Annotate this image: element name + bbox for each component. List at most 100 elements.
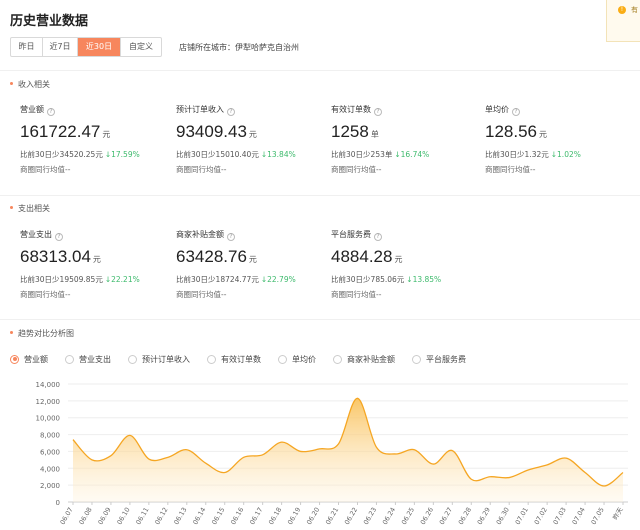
- metric-value: 63428.76: [176, 247, 247, 266]
- x-tick-label: 06.09: [96, 506, 112, 526]
- metric-district-avg: 商圈同行均值--: [331, 165, 382, 174]
- info-icon[interactable]: ?: [227, 233, 235, 241]
- metric-compare: 比前30日少253单: [331, 150, 393, 159]
- radio-icon: [207, 354, 216, 364]
- notice-toast[interactable]: ! 有: [606, 0, 640, 42]
- option-operating-expense[interactable]: 营业支出: [65, 353, 111, 365]
- x-tick-label: 06.24: [381, 506, 397, 526]
- x-tick-label: 06.17: [248, 506, 264, 526]
- x-tick-label: 06.12: [153, 506, 169, 526]
- metric-label: 预计订单收入: [176, 105, 224, 114]
- option-merchant-subsidy[interactable]: 商家补贴金额: [333, 353, 395, 365]
- expense-section-label: 支出相关: [18, 204, 50, 213]
- metric-unit: 元: [394, 255, 403, 264]
- y-tick-label: 10,000: [36, 415, 61, 423]
- x-tick-label: 06.08: [77, 506, 93, 526]
- x-tick-label: 06.20: [305, 506, 321, 526]
- radio-icon: [128, 354, 137, 364]
- metric-unit: 元: [248, 255, 257, 264]
- radio-selected-icon: [10, 354, 19, 364]
- metric-change: ↓16.74%: [394, 150, 430, 159]
- page-title: 历史营业数据: [10, 14, 89, 29]
- metric-district-avg: 商圈同行均值--: [176, 165, 227, 174]
- tab-custom[interactable]: 自定义: [121, 38, 161, 56]
- metric-district-avg: 商圈同行均值--: [20, 290, 71, 299]
- x-tick-label: 06.10: [115, 506, 131, 526]
- trend-area-chart[interactable]: 02,0004,0006,0008,00010,00012,00014,000 …: [0, 372, 640, 530]
- option-label: 平台服务费: [426, 354, 466, 364]
- y-tick-label: 14,000: [36, 381, 61, 389]
- tab-last-7-days[interactable]: 近7日: [43, 38, 78, 56]
- expense-section-title: 支出相关: [10, 203, 50, 214]
- x-tick-label: 07.02: [533, 506, 549, 526]
- x-tick-label: 昨天: [610, 505, 625, 521]
- metric-unit: 元: [92, 255, 101, 264]
- y-tick-label: 0: [56, 499, 60, 507]
- metric-value: 4884.28: [331, 247, 393, 266]
- x-tick-label: 06.29: [476, 506, 492, 526]
- y-tick-label: 12,000: [36, 398, 61, 406]
- x-tick-label: 07.04: [571, 506, 587, 526]
- date-range-tabs: 昨日 近7日 近30日 自定义: [10, 37, 162, 57]
- income-section-label: 收入相关: [18, 80, 50, 89]
- info-icon[interactable]: ?: [374, 108, 382, 116]
- metric-label: 平台服务费: [331, 230, 371, 239]
- metric-value: 128.56: [485, 122, 537, 141]
- metric-selector: 营业额 营业支出 预计订单收入 有效订单数 单均价 商家补贴金额 平台服务费: [10, 353, 483, 365]
- trend-section-label: 趋势对比分析图: [18, 329, 74, 338]
- option-revenue[interactable]: 营业额: [10, 353, 48, 365]
- metric-district-avg: 商圈同行均值--: [485, 165, 536, 174]
- y-tick-label: 8,000: [40, 432, 60, 440]
- radio-icon: [412, 354, 421, 364]
- metric-unit: 元: [102, 130, 111, 139]
- metric-expected-order-income: 预计订单收入? 93409.43 元 比前30日少15010.40元 ↓13.84%…: [176, 104, 296, 175]
- info-icon[interactable]: ?: [227, 108, 235, 116]
- y-tick-label: 2,000: [40, 482, 60, 490]
- area-fill: [73, 398, 623, 502]
- divider: [0, 319, 640, 320]
- income-section-title: 收入相关: [10, 79, 50, 90]
- metric-value: 161722.47: [20, 122, 101, 141]
- option-expected-order-income[interactable]: 预计订单收入: [128, 353, 190, 365]
- metric-change: ↓1.02%: [550, 150, 581, 159]
- tab-yesterday[interactable]: 昨日: [11, 38, 43, 56]
- metric-merchant-subsidy: 商家补贴金额? 63428.76 元 比前30日少18724.77元 ↓22.79%…: [176, 229, 296, 300]
- y-tick-label: 4,000: [40, 465, 60, 473]
- metric-unit: 元: [539, 130, 547, 139]
- info-icon[interactable]: ?: [55, 233, 63, 241]
- x-tick-label: 06.27: [438, 506, 454, 526]
- x-tick-label: 06.13: [172, 506, 188, 526]
- metric-compare: 比前30日少34520.25元: [20, 150, 103, 159]
- option-label: 单均价: [292, 354, 316, 364]
- info-icon[interactable]: ?: [374, 233, 382, 241]
- metric-unit: 元: [248, 130, 257, 139]
- info-icon[interactable]: ?: [47, 108, 55, 116]
- metric-change: ↓22.79%: [260, 275, 296, 284]
- x-tick-label: 06.07: [58, 506, 74, 526]
- x-tick-label: 06.23: [362, 506, 378, 526]
- metric-label: 有效订单数: [331, 105, 371, 114]
- option-valid-orders[interactable]: 有效订单数: [207, 353, 261, 365]
- metric-valid-orders: 有效订单数? 1258 单 比前30日少253单 ↓16.74% 商圈同行均值--: [331, 104, 429, 175]
- x-tick-label: 07.01: [514, 506, 530, 526]
- radio-icon: [333, 354, 342, 364]
- metric-label: 单均价: [485, 105, 509, 114]
- tab-last-30-days[interactable]: 近30日: [78, 38, 121, 56]
- x-tick-label: 06.28: [457, 506, 473, 526]
- x-tick-label: 06.16: [229, 506, 245, 526]
- metric-value: 93409.43: [176, 122, 247, 141]
- x-tick-label: 06.15: [210, 506, 226, 526]
- option-label: 预计订单收入: [142, 354, 190, 364]
- store-city: 店铺所在城市：伊犁哈萨克自治州: [179, 43, 299, 52]
- radio-icon: [65, 354, 74, 364]
- option-label: 有效订单数: [221, 354, 261, 364]
- metric-platform-fee: 平台服务费? 4884.28 元 比前30日少785.06元 ↓13.85% 商圈同…: [331, 229, 441, 300]
- option-label: 商家补贴金额: [347, 354, 395, 364]
- option-platform-fee[interactable]: 平台服务费: [412, 353, 466, 365]
- info-icon[interactable]: ?: [512, 108, 520, 116]
- x-tick-label: 06.19: [286, 506, 302, 526]
- x-tick-label: 06.25: [400, 506, 416, 526]
- metric-compare: 比前30日少19509.85元: [20, 275, 103, 284]
- metric-compare: 比前30日少1.32元: [485, 150, 549, 159]
- option-avg-order-price[interactable]: 单均价: [278, 353, 316, 365]
